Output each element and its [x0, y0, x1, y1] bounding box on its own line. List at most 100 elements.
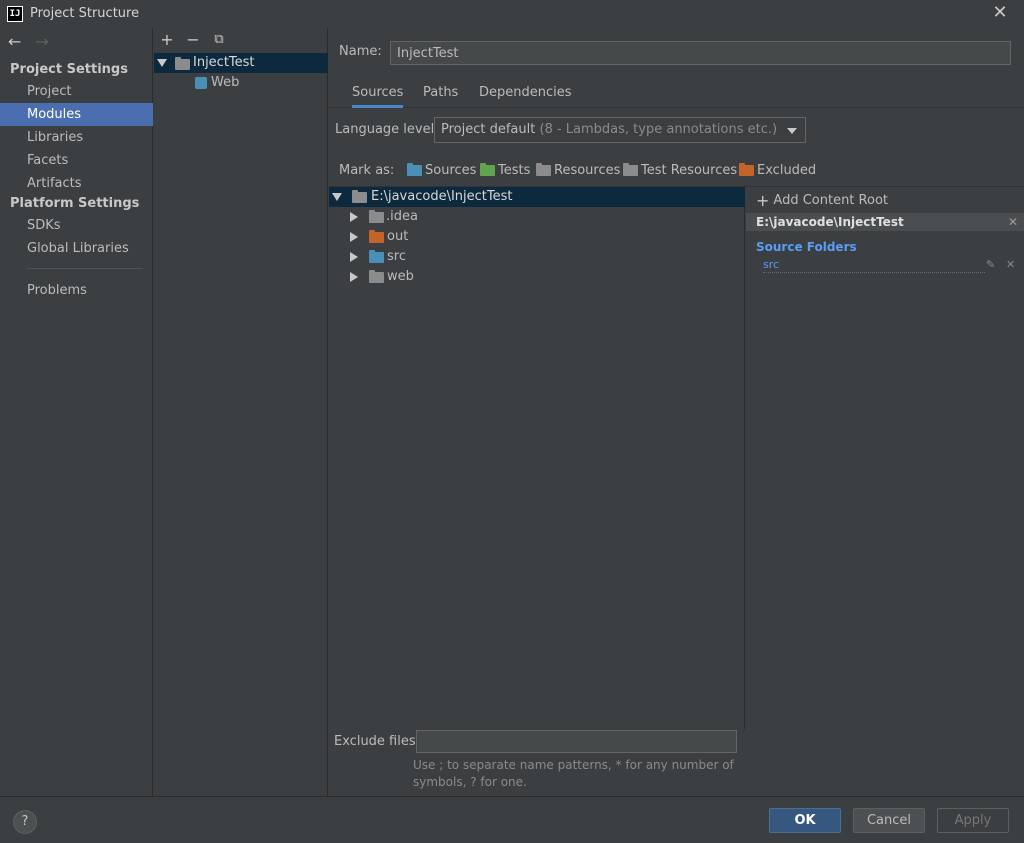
- expand-right-icon[interactable]: [350, 272, 358, 282]
- language-level-select[interactable]: Project default (8 - Lambdas, type annot…: [434, 117, 806, 143]
- settings-nav: ← → Project Settings Project Modules Lib…: [0, 28, 153, 796]
- excluded-folder-icon: [369, 229, 384, 243]
- nav-item-project[interactable]: Project: [0, 80, 153, 103]
- add-content-root-button[interactable]: + Add Content Root: [756, 190, 888, 210]
- module-label: InjectTest: [193, 55, 255, 70]
- expand-down-icon[interactable]: [332, 193, 342, 201]
- nav-item-global-libraries[interactable]: Global Libraries: [0, 237, 153, 260]
- sources-folder-icon: [407, 163, 422, 176]
- tests-folder-icon: [480, 163, 495, 176]
- nav-arrows: ← →: [8, 33, 49, 53]
- tree-row-out[interactable]: out: [329, 227, 745, 247]
- source-folders-title: Source Folders: [756, 240, 857, 254]
- back-arrow-icon[interactable]: ←: [8, 33, 21, 53]
- name-label: Name:: [339, 44, 382, 59]
- project-settings-heading: Project Settings: [10, 62, 128, 77]
- language-level-detail: (8 - Lambdas, type annotations etc.): [539, 122, 778, 137]
- mark-as-excluded-label: Excluded: [757, 163, 817, 178]
- tab-paths[interactable]: Paths: [423, 85, 458, 108]
- chevron-down-icon: [787, 128, 797, 134]
- facet-label: Web: [211, 75, 240, 90]
- edit-pencil-icon[interactable]: ✎: [986, 258, 995, 271]
- add-content-root-label: Add Content Root: [773, 193, 888, 208]
- modules-toolbar: + − ⧉: [154, 28, 328, 53]
- exclude-files-label: Exclude files:: [334, 734, 421, 749]
- intellij-logo-icon: IJ: [7, 6, 23, 22]
- tab-sources[interactable]: Sources: [352, 85, 404, 108]
- content-roots-panel: + Add Content Root E:\javacode\InjectTes…: [746, 186, 1024, 796]
- source-folder-item[interactable]: src: [763, 258, 985, 273]
- excluded-folder-icon: [739, 163, 754, 176]
- expand-right-icon[interactable]: [350, 232, 358, 242]
- tree-row-root[interactable]: E:\javacode\InjectTest: [329, 187, 745, 207]
- exclude-files-input[interactable]: [416, 730, 737, 753]
- content-root-tree: E:\javacode\InjectTest .idea out src web: [329, 186, 745, 729]
- nav-item-sdks[interactable]: SDKs: [0, 214, 153, 237]
- tab-dependencies[interactable]: Dependencies: [479, 85, 572, 108]
- folder-icon: [369, 269, 384, 283]
- expand-right-icon[interactable]: [350, 212, 358, 222]
- resources-folder-icon: [536, 163, 551, 176]
- mark-as-tests-button[interactable]: Tests: [480, 163, 530, 178]
- title-bar: IJ Project Structure ✕: [0, 0, 1024, 28]
- tree-row-web[interactable]: web: [329, 267, 745, 287]
- language-level-value: Project default: [441, 122, 536, 137]
- tree-label: E:\javacode\InjectTest: [371, 189, 513, 204]
- mark-as-tests-label: Tests: [498, 163, 531, 178]
- module-name-input[interactable]: [390, 41, 1011, 65]
- remove-module-button[interactable]: −: [183, 30, 203, 50]
- window-title: Project Structure: [30, 6, 140, 21]
- copy-module-button[interactable]: ⧉: [209, 30, 229, 50]
- mark-as-resources-button[interactable]: Resources: [536, 163, 620, 178]
- module-details: Name: Sources Paths Dependencies Languag…: [329, 28, 1024, 796]
- content-root-path: E:\javacode\InjectTest: [756, 215, 904, 229]
- web-facet-icon: [195, 77, 207, 89]
- nav-item-problems[interactable]: Problems: [0, 279, 153, 302]
- nav-item-facets[interactable]: Facets: [0, 149, 153, 172]
- add-module-button[interactable]: +: [157, 30, 177, 50]
- exclude-hint-line-2: symbols, ? for one.: [413, 775, 527, 789]
- module-tree-item-web[interactable]: Web: [154, 73, 328, 93]
- apply-button[interactable]: Apply: [937, 808, 1009, 833]
- nav-item-artifacts[interactable]: Artifacts: [0, 172, 153, 195]
- cancel-button[interactable]: Cancel: [853, 808, 925, 833]
- module-tree-item-injecttest[interactable]: InjectTest: [154, 53, 328, 73]
- plus-icon: +: [756, 190, 770, 210]
- tree-label: out: [387, 229, 409, 244]
- dialog-footer: ? OK Cancel Apply: [0, 796, 1024, 843]
- mark-as-test-resources-label: Test Resources: [641, 163, 738, 178]
- folder-icon: [369, 209, 384, 223]
- folder-icon: [352, 189, 367, 203]
- exclude-files-hint: Use ; to separate name patterns, * for a…: [413, 757, 743, 791]
- mark-as-label: Mark as:: [339, 163, 395, 178]
- tree-label: .idea: [386, 209, 418, 224]
- ok-button[interactable]: OK: [769, 808, 841, 833]
- expand-right-icon[interactable]: [350, 252, 358, 262]
- remove-root-icon[interactable]: ✕: [1008, 213, 1018, 231]
- forward-arrow-icon[interactable]: →: [35, 33, 48, 53]
- mark-as-sources-label: Sources: [425, 163, 477, 178]
- modules-pane: + − ⧉ InjectTest Web: [154, 28, 328, 796]
- mark-as-sources-button[interactable]: Sources: [407, 163, 476, 178]
- test-resources-folder-icon: [623, 163, 638, 176]
- remove-folder-icon[interactable]: ✕: [1006, 258, 1015, 271]
- tree-row-idea[interactable]: .idea: [329, 207, 745, 227]
- tree-label: web: [387, 269, 414, 284]
- sources-folder-icon: [369, 249, 384, 263]
- module-folder-icon: [175, 57, 190, 70]
- content-root-header: E:\javacode\InjectTest ✕: [746, 213, 1024, 231]
- module-tabs: Sources Paths Dependencies: [329, 80, 1024, 108]
- platform-settings-heading: Platform Settings: [10, 196, 140, 211]
- close-icon[interactable]: ✕: [990, 3, 1010, 23]
- mark-as-excluded-button[interactable]: Excluded: [739, 163, 816, 178]
- mark-as-test-resources-button[interactable]: Test Resources: [623, 163, 737, 178]
- exclude-hint-line-1: Use ; to separate name patterns, * for a…: [413, 758, 734, 772]
- tree-label: src: [387, 249, 406, 264]
- help-button[interactable]: ?: [13, 810, 37, 834]
- tree-row-src[interactable]: src: [329, 247, 745, 267]
- expand-down-icon[interactable]: [157, 59, 167, 67]
- nav-divider: [27, 268, 143, 269]
- nav-item-modules[interactable]: Modules: [0, 103, 153, 126]
- language-level-label: Language level:: [335, 122, 439, 137]
- nav-item-libraries[interactable]: Libraries: [0, 126, 153, 149]
